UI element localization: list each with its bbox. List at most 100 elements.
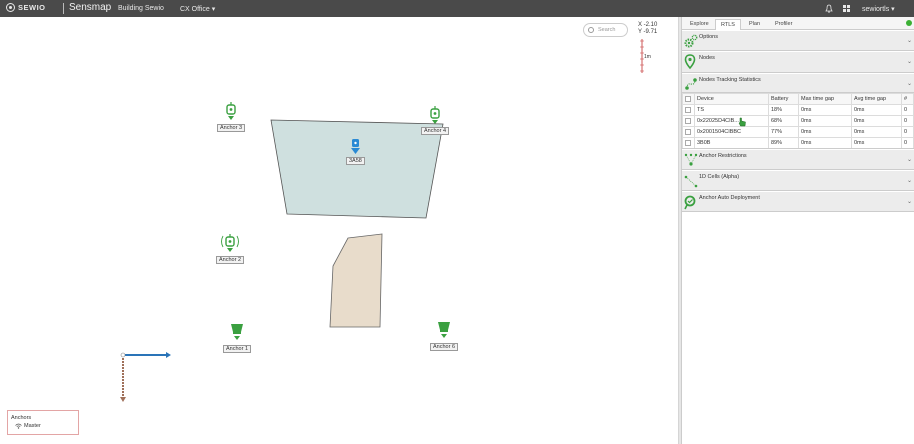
section-title: Anchor Auto Deployment (699, 195, 760, 201)
cell-max-gap: 0ms (798, 115, 852, 127)
section-1d-cells[interactable]: 1D Cells (Alpha) ⌄ (682, 171, 914, 191)
grid-icon[interactable] (843, 5, 850, 12)
search-icon (588, 27, 594, 33)
section-title: 1D Cells (Alpha) (699, 174, 740, 180)
chevron-down-icon[interactable]: ⌄ (907, 80, 912, 87)
gears-icon (684, 34, 698, 48)
section-anchor-restrictions[interactable]: Anchor Restrictions ⌄ (682, 150, 914, 170)
cell-max-gap: 0ms (798, 137, 852, 148)
cell-avg-gap: 0ms (851, 137, 902, 148)
route-icon (685, 78, 697, 90)
cell-avg-gap: 0ms (851, 115, 902, 127)
anchor-label[interactable]: Anchor 4 (421, 127, 450, 135)
hand-cursor-icon (738, 117, 746, 127)
cell-max-gap: 0ms (798, 126, 852, 138)
wifi-icon (15, 423, 22, 429)
cell-device: 3B0B (694, 137, 769, 148)
anchor-label[interactable]: Anchor 1 (223, 345, 252, 353)
chevron-down-icon[interactable]: ⌄ (907, 156, 912, 163)
table-header-row: Device Battery Max time gap Avg time gap… (682, 93, 914, 105)
tag-label[interactable]: 3A58 (346, 157, 365, 165)
anchor-label[interactable]: Anchor 2 (216, 256, 245, 264)
tab-rtls[interactable]: RTLS (715, 19, 741, 30)
sewio-logo-icon (6, 3, 15, 12)
section-title: Nodes Tracking Statistics (699, 77, 761, 83)
anchor-1-marker (231, 324, 243, 340)
map-legend: Anchors Master (7, 410, 79, 435)
logo-text: SEWIO (18, 3, 46, 12)
column-header-count[interactable]: # (901, 93, 914, 105)
user-menu[interactable]: sewiortls ▾ (862, 5, 895, 13)
cell-avg-gap: 0ms (851, 104, 902, 116)
cells-icon (684, 175, 698, 188)
section-title: Nodes (699, 55, 715, 61)
anchor-6-marker (438, 322, 450, 338)
cell-avg-gap: 0ms (851, 126, 902, 138)
cell-max-gap: 0ms (798, 104, 852, 116)
legend-item-master: Master (15, 423, 41, 429)
cursor-coordinates: X -2.10 Y -9.71 (638, 22, 657, 36)
tracking-stats-table[interactable]: Device Battery Max time gap Avg time gap… (682, 93, 914, 149)
panel-tabs: Explore RTLS Plan Profiler (682, 17, 914, 30)
anchor-label[interactable]: Anchor 6 (430, 343, 459, 351)
section-title: Options (699, 34, 718, 40)
zone-beige (329, 233, 383, 328)
anchor-label[interactable]: Anchor 3 (217, 124, 246, 132)
row-checkbox[interactable] (685, 128, 691, 135)
auto-deploy-icon (684, 195, 696, 210)
chevron-down-icon[interactable]: ⌄ (907, 177, 912, 184)
cell-count: 0 (901, 126, 914, 138)
select-all-cell[interactable] (682, 93, 695, 105)
table-row[interactable]: 0x2001504CIBBC 77% 0ms 0ms 0 (682, 126, 914, 138)
anchor-3-marker (226, 102, 236, 120)
map-search-input[interactable]: Search (583, 23, 628, 37)
section-nodes[interactable]: Nodes ⌄ (682, 52, 914, 73)
table-row[interactable]: TS 18% 0ms 0ms 0 (682, 104, 914, 116)
column-header-battery[interactable]: Battery (768, 93, 799, 105)
cell-device: 0x22025D4CIB... (694, 115, 769, 127)
section-anchor-auto-deployment[interactable]: Anchor Auto Deployment ⌄ (682, 192, 914, 212)
table-row[interactable]: 0x22025D4CIB... 68% 0ms 0ms 0 (682, 115, 914, 127)
table-row[interactable]: 3B0B 89% 0ms 0ms 0 (682, 137, 914, 148)
app-logo[interactable]: SEWIO (6, 3, 46, 12)
column-header-device[interactable]: Device (694, 93, 769, 105)
chevron-down-icon[interactable]: ⌄ (907, 37, 912, 44)
cell-count: 0 (901, 137, 914, 148)
search-placeholder: Search (598, 27, 616, 33)
cell-count: 0 (901, 104, 914, 116)
zone-blue (270, 119, 444, 219)
anchor-restrictions-icon (684, 153, 698, 166)
connection-status-icon (906, 20, 912, 26)
map-drawing (120, 39, 644, 402)
row-checkbox[interactable] (685, 117, 691, 124)
cell-battery: 68% (768, 115, 799, 127)
row-checkbox[interactable] (685, 139, 691, 146)
section-tracking-stats[interactable]: Nodes Tracking Statistics ⌄ (682, 74, 914, 93)
map-canvas[interactable]: Search X -2.10 Y -9.71 1m Anchor 3 Ancho… (0, 17, 678, 444)
select-all-checkbox[interactable] (685, 95, 691, 102)
tab-explore[interactable]: Explore (685, 19, 714, 30)
column-header-avg-gap[interactable]: Avg time gap (851, 93, 902, 105)
row-checkbox[interactable] (685, 106, 691, 113)
legend-title: Anchors (11, 415, 32, 421)
column-header-max-gap[interactable]: Max time gap (798, 93, 852, 105)
bell-icon[interactable] (825, 4, 833, 13)
product-name[interactable]: Sensmap (69, 2, 111, 13)
coord-y: Y -9.71 (638, 29, 658, 35)
scale-label: 1m (644, 54, 651, 60)
section-title: Anchor Restrictions (699, 153, 747, 159)
plan-selector[interactable]: CX Office ▾ (180, 5, 215, 13)
tab-plan[interactable]: Plan (744, 19, 765, 30)
cell-count: 0 (901, 115, 914, 127)
building-selector[interactable]: Building Sewio (118, 5, 164, 12)
section-options[interactable]: Options ⌄ (682, 31, 914, 51)
cell-battery: 18% (768, 104, 799, 116)
side-panel: Explore RTLS Plan Profiler Options ⌄ Nod… (681, 17, 914, 444)
anchor-4-marker (430, 106, 440, 124)
map-pin-icon (684, 54, 696, 70)
chevron-down-icon[interactable]: ⌄ (907, 198, 912, 205)
legend-item-label: Master (24, 423, 41, 429)
tab-profiler[interactable]: Profiler (770, 19, 797, 30)
chevron-down-icon[interactable]: ⌄ (907, 58, 912, 65)
cell-battery: 77% (768, 126, 799, 138)
